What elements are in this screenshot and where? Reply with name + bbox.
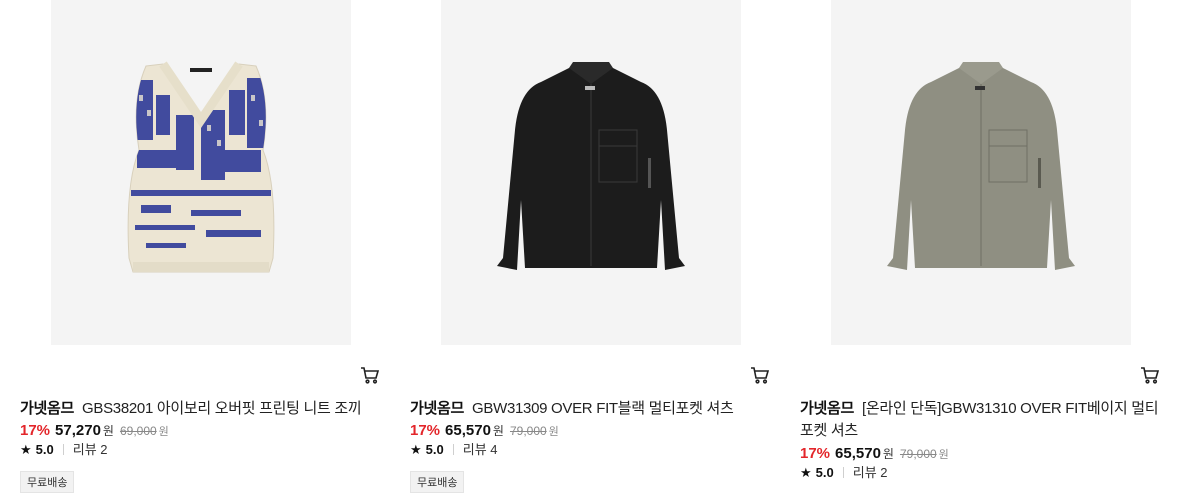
product-title[interactable]: 가넷옴므 GBS38201 아이보리 오버핏 프린팅 니트 조끼	[20, 398, 382, 420]
sale-price: 65,570	[445, 422, 491, 439]
free-shipping-badge: 무료배송	[410, 471, 465, 493]
product-image[interactable]	[51, 0, 351, 345]
rating-score: 5.0	[35, 442, 54, 457]
product-title[interactable]: 가넷옴므 GBW31309 OVER FIT블랙 멀티포켓 셔츠	[410, 398, 772, 420]
sale-price: 65,570	[835, 445, 881, 462]
sale-price: 57,270	[55, 422, 101, 439]
review-count: 리뷰 2	[72, 442, 108, 457]
price-row: 17% 65,570 원 79,000 원	[800, 444, 949, 465]
original-price: 79,000	[509, 424, 547, 438]
brand-name: 가넷옴므	[800, 400, 855, 417]
brand-name: 가넷옴므	[20, 400, 75, 417]
product-image[interactable]	[831, 0, 1131, 345]
original-currency-label: 원	[548, 426, 559, 438]
black-shirt-image	[497, 62, 685, 270]
star-icon: ★	[800, 465, 812, 480]
review-count: 리뷰 2	[852, 465, 888, 480]
discount-rate: 17%	[410, 422, 441, 439]
free-shipping-badge: 무료배송	[20, 471, 75, 493]
original-price: 79,000	[899, 447, 937, 461]
rating-score: 5.0	[815, 465, 834, 480]
currency-label: 원	[492, 424, 504, 438]
divider	[452, 444, 454, 455]
star-icon: ★	[410, 442, 422, 457]
discount-rate: 17%	[800, 445, 831, 462]
knit-vest-image	[127, 61, 275, 273]
beige-shirt-image	[887, 62, 1075, 270]
original-currency-label: 원	[938, 449, 949, 461]
cart-icon[interactable]	[1140, 366, 1160, 384]
cart-icon[interactable]	[360, 366, 380, 384]
star-icon: ★	[20, 442, 32, 457]
rating-row: ★ 5.0 리뷰 2	[20, 441, 108, 459]
product-name: GBW31309 OVER FIT블랙 멀티포켓 셔츠	[472, 400, 734, 417]
product-name: GBS38201 아이보리 오버핏 프린팅 니트 조끼	[82, 400, 362, 417]
rating-score: 5.0	[425, 442, 444, 457]
currency-label: 원	[102, 424, 114, 438]
divider	[842, 467, 844, 478]
discount-rate: 17%	[20, 422, 51, 439]
original-currency-label: 원	[158, 426, 169, 438]
price-row: 17% 57,270 원 69,000 원	[20, 421, 169, 442]
rating-row: ★ 5.0 리뷰 4	[410, 441, 498, 459]
rating-row: ★ 5.0 리뷰 2	[800, 464, 888, 482]
original-price: 69,000	[119, 424, 157, 438]
divider	[62, 444, 64, 455]
currency-label: 원	[882, 447, 894, 461]
review-count: 리뷰 4	[462, 442, 498, 457]
product-image[interactable]	[441, 0, 741, 345]
brand-name: 가넷옴므	[410, 400, 465, 417]
price-row: 17% 65,570 원 79,000 원	[410, 421, 559, 442]
cart-icon[interactable]	[750, 366, 770, 384]
product-title[interactable]: 가넷옴므 [온라인 단독]GBW31310 OVER FIT베이지 멀티포켓 셔츠	[800, 398, 1162, 442]
